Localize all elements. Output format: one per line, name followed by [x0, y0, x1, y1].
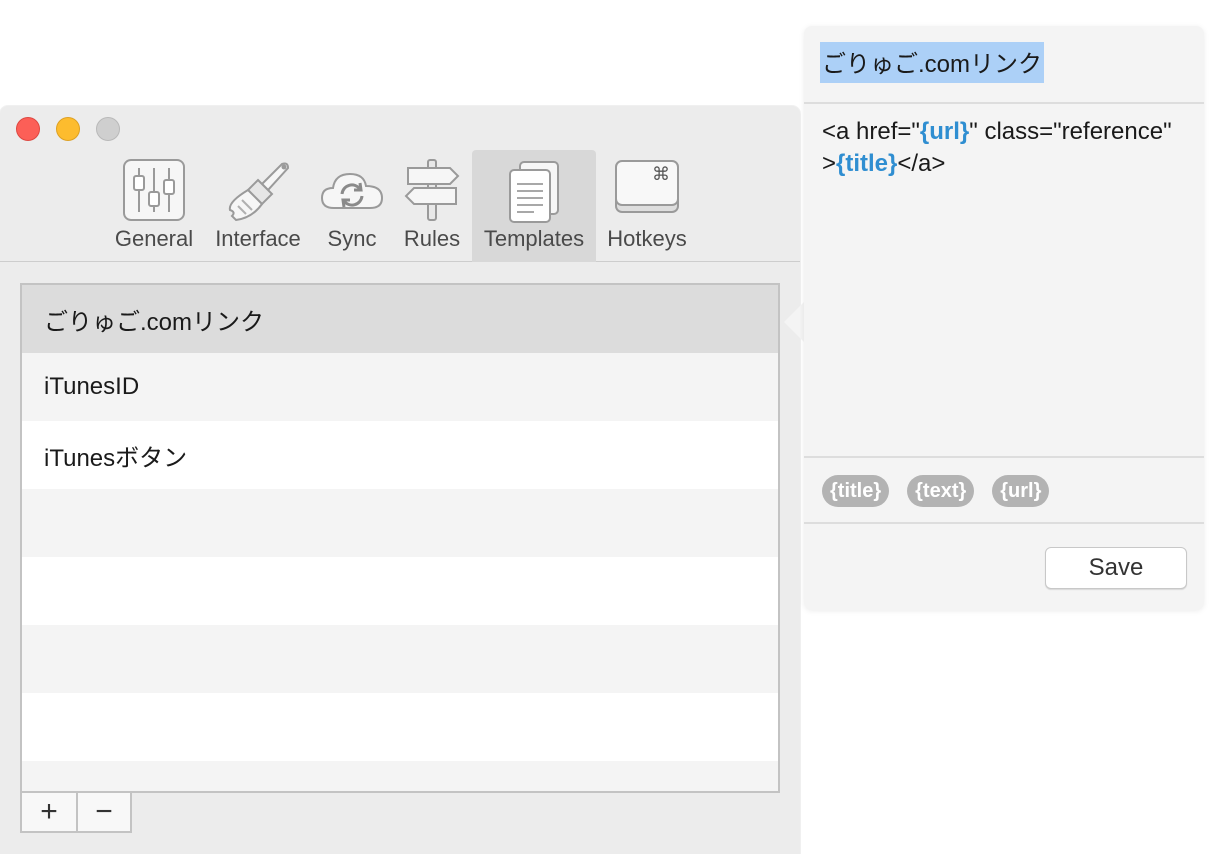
empty-row	[22, 761, 778, 791]
list-item[interactable]: ごりゅご.comリンク	[22, 285, 778, 353]
divider	[804, 456, 1204, 458]
chip-text[interactable]: {text}	[907, 475, 975, 507]
code-text: <a href="	[822, 118, 920, 145]
placeholder-chips: {title} {text} {url}	[822, 475, 1050, 507]
tab-rules[interactable]: Rules	[396, 150, 468, 262]
add-template-button[interactable]: +	[22, 793, 76, 831]
template-body-editor[interactable]: <a href="{url}" class="reference" >{titl…	[822, 116, 1182, 180]
signpost-icon	[404, 159, 460, 221]
tab-sync[interactable]: Sync	[316, 150, 388, 262]
tab-label: General	[114, 226, 194, 251]
tab-templates[interactable]: Templates	[472, 150, 596, 262]
preferences-toolbar: General Interface Sync Rules Templates ⌘…	[0, 106, 800, 262]
templates-list[interactable]: ごりゅご.comリンク iTunesID iTunesボタン	[20, 283, 780, 793]
tab-interface[interactable]: Interface	[208, 150, 308, 262]
template-editor-popover: ごりゅご.comリンク <a href="{url}" class="refer…	[804, 26, 1204, 610]
save-button[interactable]: Save	[1045, 547, 1187, 589]
empty-row	[22, 693, 778, 761]
paintbrush-icon	[228, 162, 290, 222]
remove-template-button[interactable]: −	[76, 793, 130, 831]
token-url: {url}	[919, 118, 970, 145]
sliders-icon	[123, 159, 185, 221]
tab-label: Rules	[403, 226, 461, 251]
list-item-label: iTunesボタン	[44, 444, 188, 472]
chip-title[interactable]: {title}	[822, 475, 890, 507]
command-glyph: ⌘	[652, 164, 670, 185]
empty-row	[22, 625, 778, 693]
token-title: {title}	[836, 150, 898, 177]
tab-hotkeys[interactable]: ⌘ Hotkeys	[600, 150, 694, 262]
list-buttons: + −	[20, 793, 132, 833]
preferences-window: General Interface Sync Rules Templates ⌘…	[0, 106, 800, 854]
tab-label: Interface	[215, 226, 301, 251]
tab-general[interactable]: General	[108, 150, 200, 262]
command-key-icon: ⌘	[615, 160, 679, 213]
chip-url[interactable]: {url}	[992, 475, 1050, 507]
empty-row	[22, 557, 778, 625]
cloud-sync-icon	[320, 172, 384, 209]
tab-label: Hotkeys	[607, 226, 687, 251]
divider	[804, 522, 1204, 524]
tab-label: Sync	[327, 226, 377, 251]
list-item-label: iTunesID	[44, 373, 140, 400]
popover-arrow	[784, 302, 804, 342]
code-text: </a>	[897, 150, 946, 177]
list-item[interactable]: iTunesボタン	[22, 421, 778, 489]
divider	[804, 102, 1204, 104]
tab-label: Templates	[483, 226, 585, 251]
list-item[interactable]: iTunesID	[22, 353, 778, 421]
list-item-label: ごりゅご.comリンク	[44, 308, 265, 336]
documents-icon	[509, 161, 559, 223]
template-name-field[interactable]: ごりゅご.comリンク	[820, 42, 1045, 83]
empty-row	[22, 489, 778, 557]
